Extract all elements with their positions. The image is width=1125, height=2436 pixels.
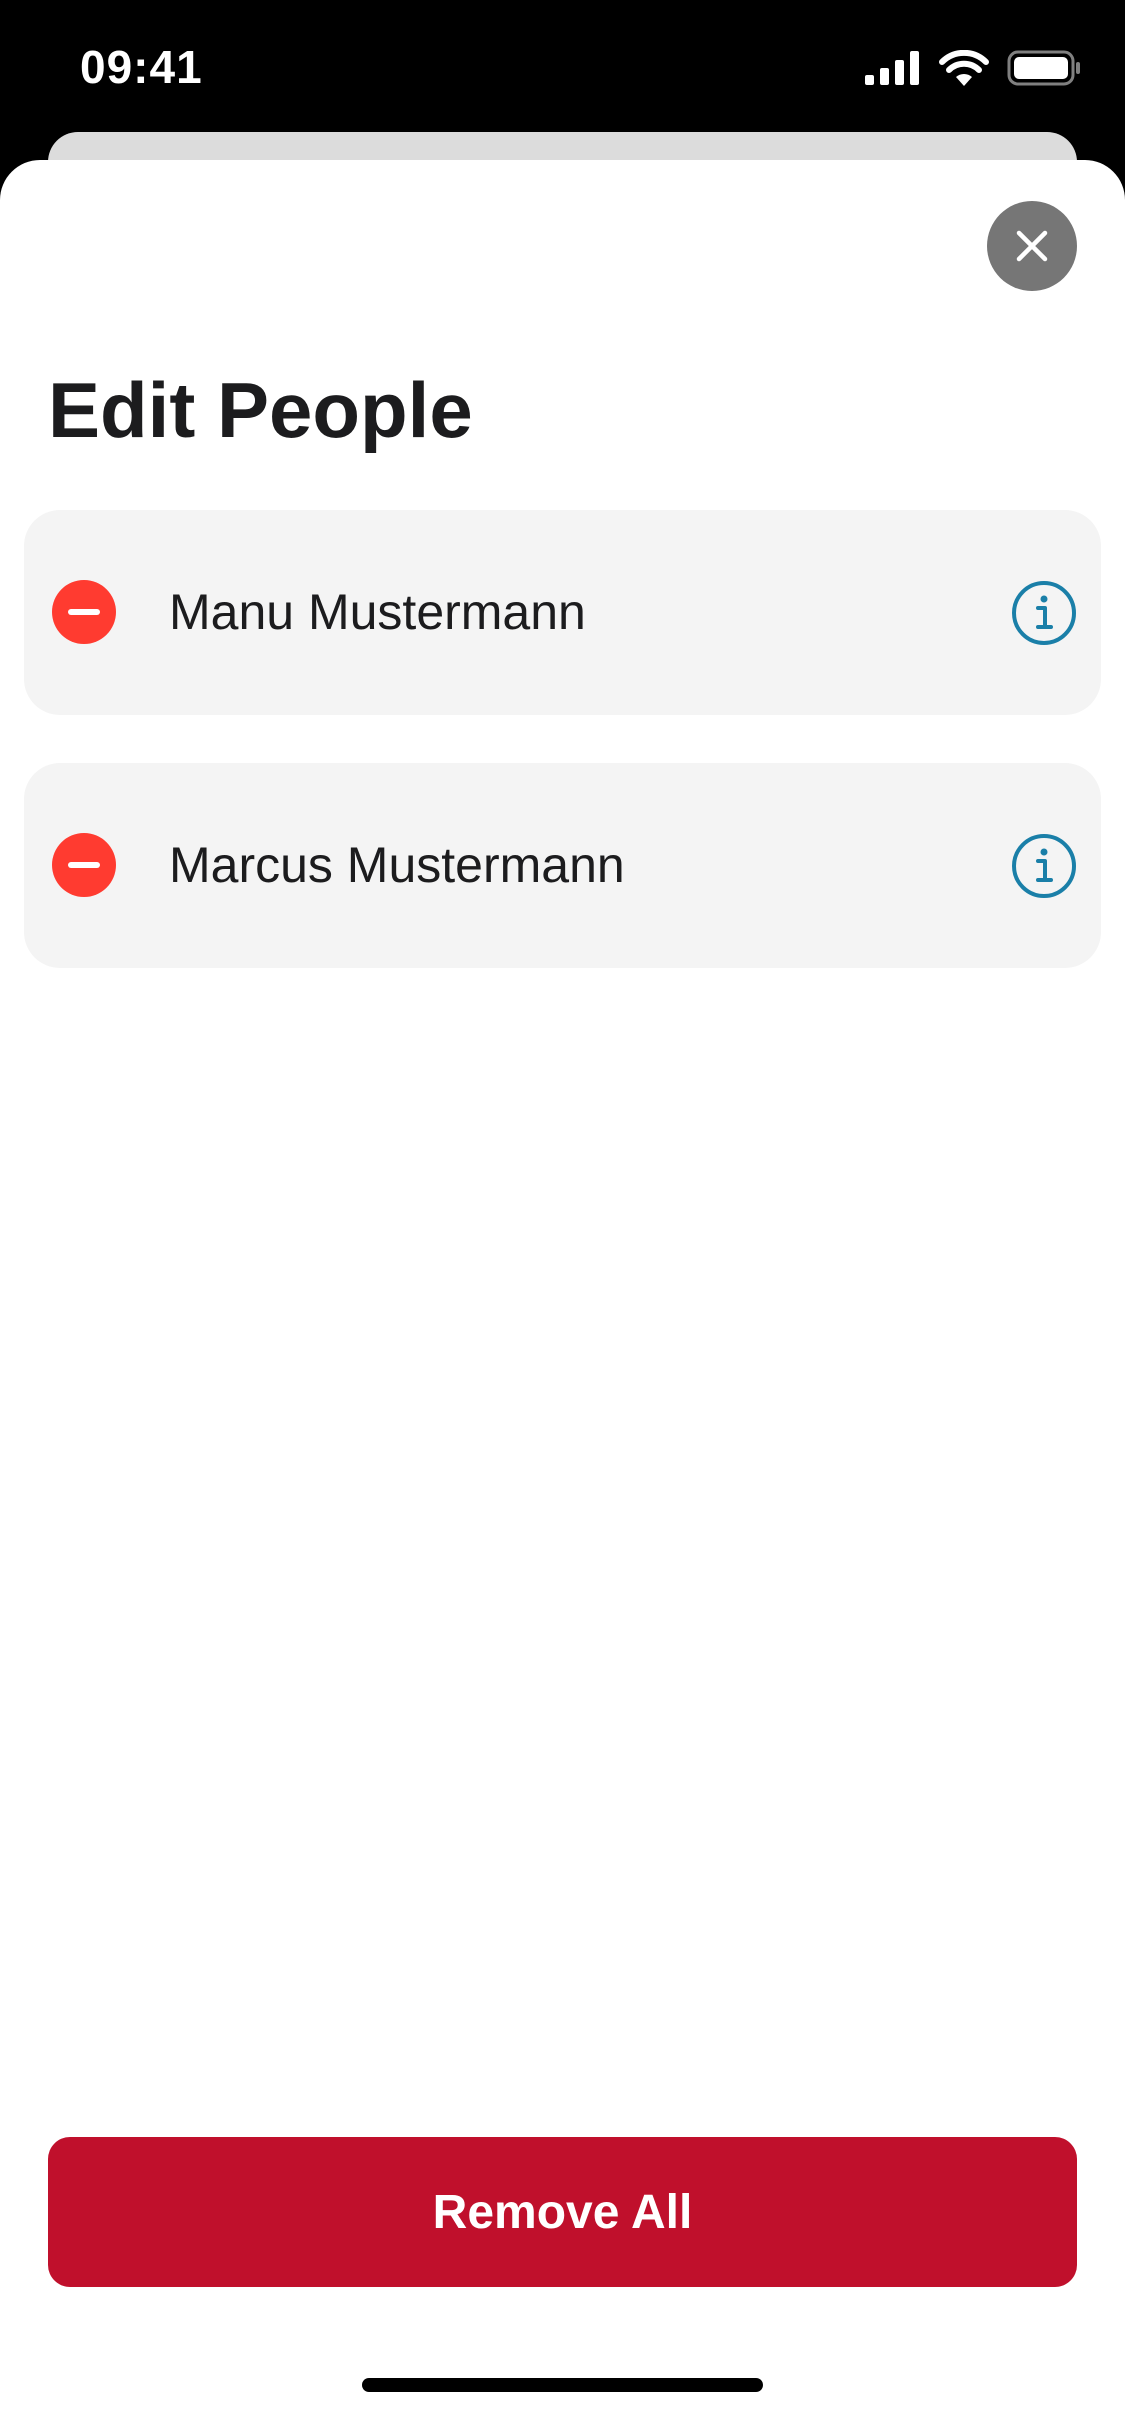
remove-all-button[interactable]: Remove All (48, 2137, 1077, 2287)
battery-icon (1007, 50, 1080, 86)
cellular-signal-icon (865, 51, 919, 85)
list-item: Manu Mustermann (24, 510, 1101, 715)
people-list: Manu Mustermann Marcus Mustermann (24, 510, 1101, 968)
close-icon (1016, 230, 1048, 262)
status-bar: 09:41 (0, 0, 1125, 140)
info-icon[interactable] (1011, 580, 1077, 646)
edit-people-sheet: Edit People Manu Mustermann Marcus Muste… (0, 160, 1125, 2436)
page-title: Edit People (48, 366, 473, 454)
wifi-icon (939, 50, 989, 86)
list-item: Marcus Mustermann (24, 763, 1101, 968)
close-button[interactable] (987, 201, 1077, 291)
status-time: 09:41 (80, 41, 203, 93)
info-icon[interactable] (1011, 833, 1077, 899)
person-name: Manu Mustermann (169, 584, 586, 640)
minus-icon (68, 862, 100, 868)
minus-icon (68, 609, 100, 615)
remove-person-button[interactable] (52, 833, 116, 897)
person-name: Marcus Mustermann (169, 837, 625, 893)
status-icons (865, 50, 1081, 86)
remove-person-button[interactable] (52, 580, 116, 644)
home-indicator[interactable] (362, 2378, 763, 2392)
